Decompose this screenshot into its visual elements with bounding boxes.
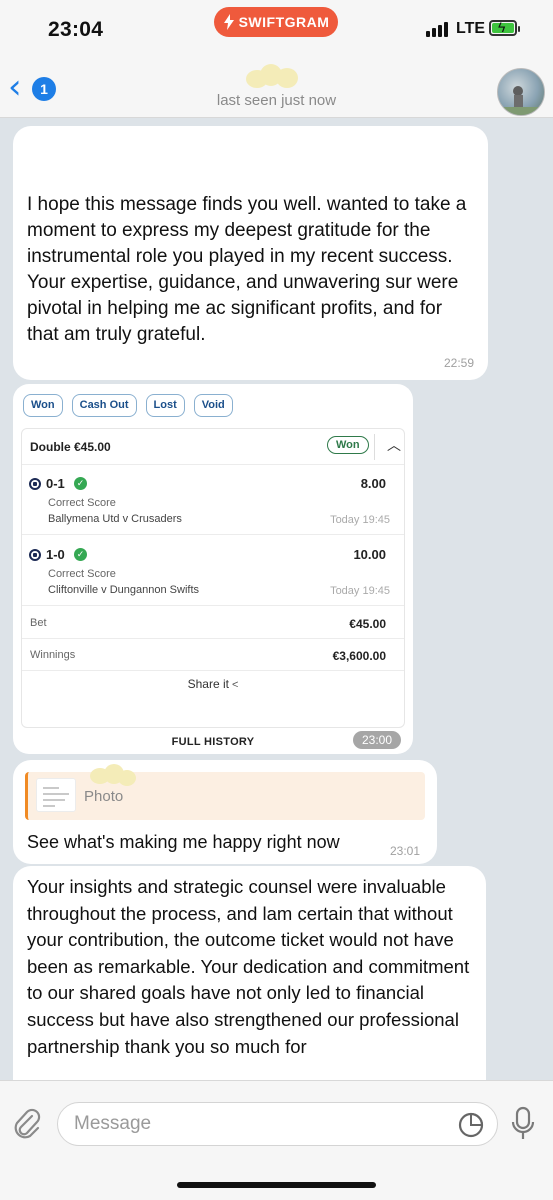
message-time: 23:01 [390, 844, 421, 858]
charging-icon: ϟ [498, 19, 506, 35]
tab-void[interactable]: Void [193, 394, 233, 417]
check-icon: ✓ [74, 548, 87, 561]
bet-card: Double €45.00 Won ︿ 0-1 ✓ 8.00 Correct S… [21, 428, 405, 728]
network-type: LTE [456, 20, 486, 37]
bet-status-badge: Won [327, 436, 369, 454]
message-time: 23:00 [353, 731, 402, 749]
bet-card-header: Double €45.00 Won ︿ [22, 429, 404, 465]
bet-amount-row: Bet €45.00 [22, 607, 404, 639]
message-bubble[interactable]: I hope this message finds you well. want… [13, 126, 488, 380]
football-icon [29, 549, 41, 561]
message-input[interactable] [57, 1102, 498, 1146]
message-bubble[interactable]: Your insights and strategic counsel were… [13, 866, 486, 1096]
winnings-row: Winnings €3,600.00 [22, 639, 404, 671]
sticker-icon[interactable] [458, 1112, 484, 1138]
reply-author-redacted [90, 764, 138, 786]
lightning-icon [223, 14, 234, 30]
reply-preview[interactable]: Photo [25, 764, 425, 820]
selection-score: 0-1 [46, 476, 65, 491]
bet-label: Bet [30, 617, 47, 629]
football-icon [29, 478, 41, 490]
bet-slip-message[interactable]: Won Cash Out Lost Void Double €45.00 Won… [13, 384, 413, 754]
reply-type-label: Photo [84, 788, 124, 805]
chevron-up-icon[interactable]: ︿ [387, 435, 401, 455]
status-bar: 23:04 SWIFTGRAM LTE ϟ [0, 0, 553, 58]
chat-header: ‹ 1 last seen just now [0, 58, 553, 118]
selection-time: Today 19:45 [330, 514, 390, 526]
swiftgram-badge[interactable]: SWIFTGRAM [214, 7, 338, 37]
message-list[interactable]: I hope this message finds you well. want… [0, 118, 553, 1096]
bet-selection: 1-0 ✓ 10.00 Correct Score Cliftonville v… [22, 536, 404, 606]
message-text: See what's making me happy right now [27, 832, 340, 852]
winnings-label: Winnings [30, 649, 76, 661]
contact-avatar[interactable] [497, 68, 545, 116]
message-time: 22:59 [443, 356, 474, 370]
photo-thumbnail [36, 778, 76, 812]
share-button[interactable]: Share it < [22, 677, 404, 691]
battery-icon: ϟ [489, 19, 520, 36]
share-label: Share it [187, 677, 229, 691]
check-icon: ✓ [74, 477, 87, 490]
selection-time: Today 19:45 [330, 585, 390, 597]
home-indicator[interactable] [177, 1182, 376, 1188]
message-bubble[interactable]: Photo See what's making me happy right n… [13, 760, 437, 864]
share-icon: < [231, 679, 239, 691]
tab-lost[interactable]: Lost [145, 394, 185, 417]
bet-filter-tabs: Won Cash Out Lost Void [23, 394, 233, 417]
bet-value: €45.00 [349, 617, 386, 631]
clock: 23:04 [48, 18, 104, 41]
selection-match: Ballymena Utd v Crusaders [48, 513, 182, 525]
winnings-value: €3,600.00 [332, 649, 386, 663]
tab-cash-out[interactable]: Cash Out [71, 394, 137, 417]
swiftgram-label: SWIFTGRAM [238, 14, 330, 30]
contact-name-redacted[interactable] [246, 64, 300, 90]
microphone-icon[interactable] [511, 1106, 535, 1142]
tab-won[interactable]: Won [23, 394, 63, 417]
selection-score: 1-0 [46, 547, 65, 562]
bet-title: Double €45.00 [30, 440, 111, 454]
selection-odds: 8.00 [360, 476, 386, 491]
signal-icon [426, 22, 448, 37]
selection-match: Cliftonville v Dungannon Swifts [48, 584, 200, 596]
message-text: Your insights and strategic counsel were… [27, 876, 470, 1057]
selection-odds: 10.00 [353, 547, 386, 562]
paperclip-icon[interactable] [12, 1107, 42, 1141]
selection-market: Correct Score [48, 497, 116, 509]
selection-market: Correct Score [48, 568, 116, 580]
last-seen-status: last seen just now [216, 92, 337, 109]
bet-selection: 0-1 ✓ 8.00 Correct Score Ballymena Utd v… [22, 465, 404, 535]
message-text: I hope this message finds you well. want… [27, 194, 467, 345]
